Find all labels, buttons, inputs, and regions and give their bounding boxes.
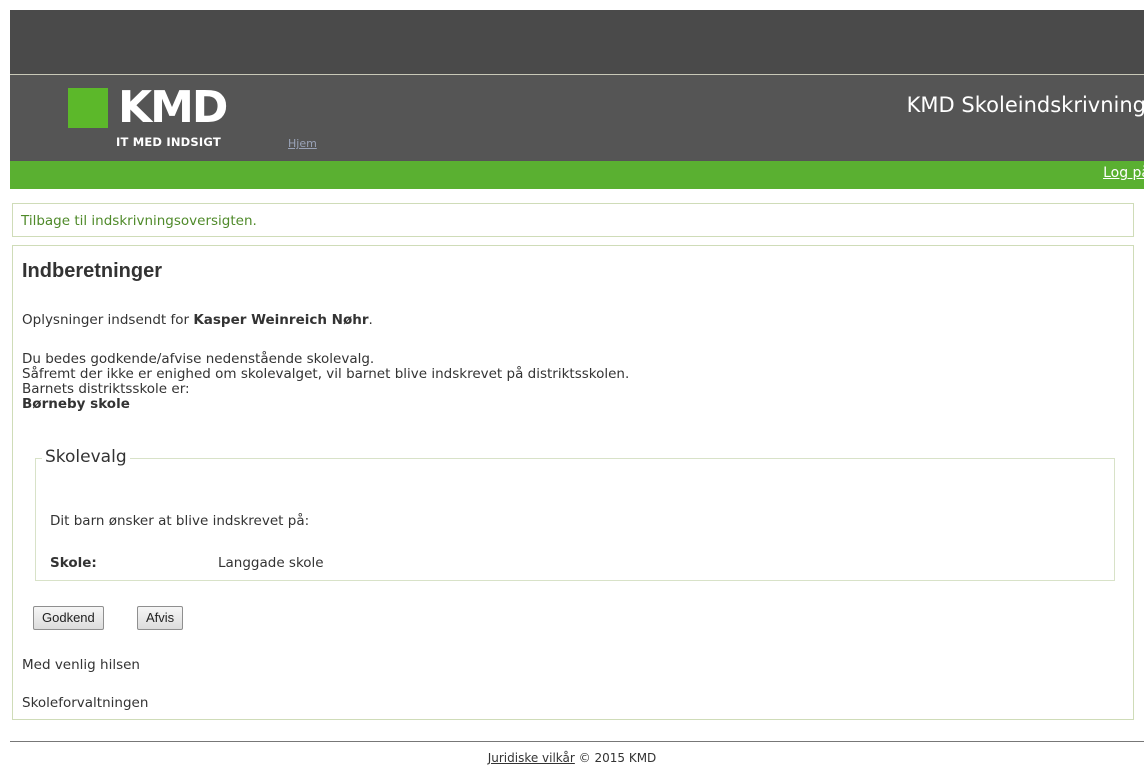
- page-title: Indberetninger: [22, 260, 163, 282]
- school-choice-legend: Skolevalg: [42, 447, 130, 467]
- header-top-band: [10, 10, 1144, 74]
- wish-text: Dit barn ønsker at blive indskrevet på:: [50, 513, 310, 529]
- logo-wordmark: KMD: [118, 82, 228, 133]
- closing-greeting: Med venlig hilsen: [22, 657, 140, 673]
- nav-bar: Log på: [10, 161, 1144, 189]
- instruction-line-1: Du bedes godkende/afvise nedenstående sk…: [22, 351, 375, 367]
- home-link[interactable]: Hjem: [288, 137, 317, 150]
- approve-button[interactable]: Godkend: [33, 606, 104, 630]
- intro-text: Oplysninger indsendt for Kasper Weinreic…: [22, 312, 373, 328]
- legal-terms-link[interactable]: Juridiske vilkår: [488, 751, 575, 765]
- footer: Juridiske vilkår © 2015 KMD: [0, 751, 1144, 765]
- reports-panel: Indberetninger Oplysninger indsendt for …: [12, 245, 1134, 720]
- reject-button[interactable]: Afvis: [137, 606, 184, 630]
- logo-green-square: [68, 88, 108, 128]
- instructions: Du bedes godkende/afvise nedenstående sk…: [22, 352, 629, 412]
- top-spacer: [0, 0, 1144, 10]
- footer-divider: [10, 741, 1144, 742]
- school-value: Langgade skole: [218, 555, 324, 571]
- header: KMD IT MED INDSIGT Hjem KMD Skoleindskri…: [10, 75, 1144, 161]
- back-to-overview-link[interactable]: Tilbage til indskrivningsoversigten.: [21, 213, 257, 229]
- app-title: KMD Skoleindskrivning: [906, 93, 1144, 117]
- intro-suffix: .: [368, 312, 373, 328]
- intro-prefix: Oplysninger indsendt for: [22, 312, 194, 328]
- school-choice-fieldset: Skolevalg Dit barn ønsker at blive indsk…: [35, 447, 1115, 581]
- back-panel: Tilbage til indskrivningsoversigten.: [12, 203, 1134, 237]
- instruction-line-2: Såfremt der ikke er enighed om skolevalg…: [22, 366, 630, 382]
- kmd-logo[interactable]: KMD IT MED INDSIGT: [68, 84, 248, 150]
- district-school: Børneby skole: [22, 396, 130, 412]
- copyright-text: © 2015 KMD: [574, 751, 657, 765]
- login-link[interactable]: Log på: [1103, 165, 1144, 181]
- child-name: Kasper Weinreich Nøhr: [193, 312, 369, 328]
- instruction-line-3: Barnets distriktsskole er:: [22, 381, 190, 397]
- school-label: Skole:: [50, 555, 97, 571]
- logo-tagline: IT MED INDSIGT: [116, 135, 221, 149]
- closing-sender: Skoleforvaltningen: [22, 695, 149, 711]
